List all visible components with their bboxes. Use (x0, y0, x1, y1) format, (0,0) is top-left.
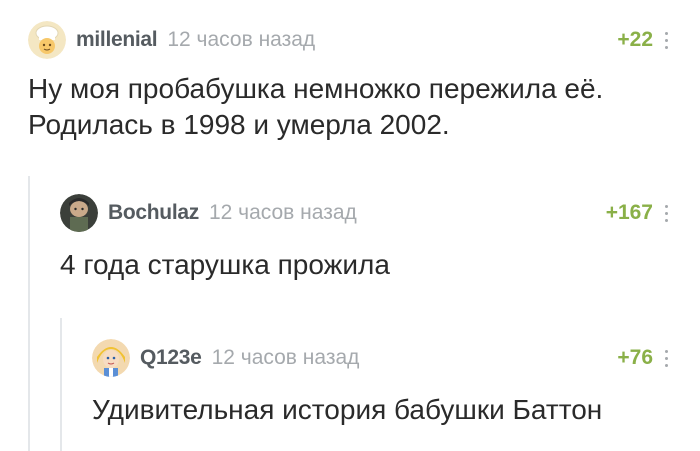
more-menu-icon[interactable] (660, 338, 672, 378)
comment-text: 4 года старушка прожила (60, 247, 390, 283)
comment-rating: +167 (605, 201, 653, 224)
comment-text-line: Родилась в 1998 и умерла 2002. (28, 109, 450, 140)
comment-text: Ну моя пробабушка немножко пережила её. … (28, 71, 603, 143)
more-menu-icon[interactable] (660, 193, 672, 233)
more-menu-icon[interactable] (660, 20, 672, 60)
comment-rating: +76 (617, 346, 653, 369)
author-name[interactable]: Bochulaz (108, 201, 199, 225)
author-name[interactable]: Q123e (140, 346, 202, 370)
cartoon-avatar-icon[interactable] (92, 339, 130, 377)
chef-avatar-icon[interactable] (28, 21, 66, 59)
comment-text: Удивительная история бабушки Баттон (92, 392, 602, 428)
portrait-avatar-icon[interactable] (60, 194, 98, 232)
comment-time: 12 часов назад (211, 346, 360, 369)
comment-header: Q123e 12 часов назад (92, 338, 359, 378)
comment-header: Bochulaz 12 часов назад (60, 193, 357, 233)
comment-time: 12 часов назад (167, 28, 316, 51)
author-name[interactable]: millenial (76, 28, 158, 52)
comment-text-line: Ну моя пробабушка немножко пережила её. (28, 73, 604, 104)
comment-text-line: Удивительная история бабушки Баттон (92, 394, 603, 425)
comment-header: millenial 12 часов назад (28, 20, 315, 60)
comment-rating: +22 (617, 28, 653, 51)
comment-time: 12 часов назад (208, 201, 357, 224)
thread-branch-line[interactable] (60, 318, 62, 451)
comment-text-line: 4 года старушка прожила (60, 249, 390, 280)
thread-branch-line[interactable] (28, 176, 30, 451)
